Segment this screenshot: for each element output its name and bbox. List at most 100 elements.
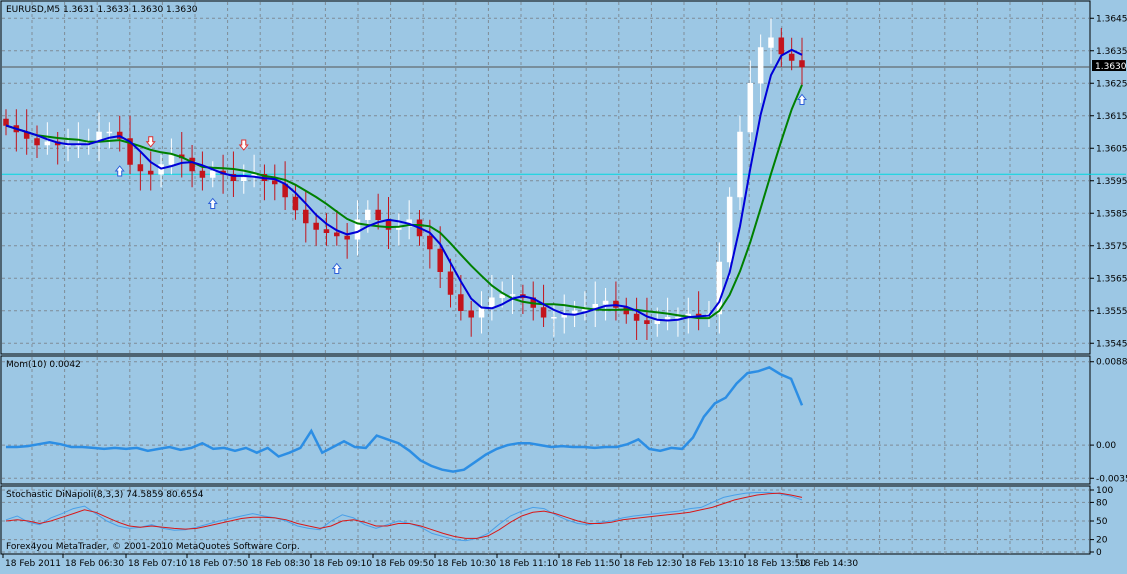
- candle: [468, 301, 474, 337]
- price-tick-label: 1.3575: [1096, 242, 1127, 252]
- time-tick-label: 18 Feb 13:50: [747, 559, 806, 569]
- time-tick-label: 18 Feb 07:50: [189, 559, 248, 569]
- momentum-tick-label: -0.0035: [1096, 474, 1127, 484]
- momentum-tick-label: 0.00: [1096, 441, 1116, 451]
- candle: [334, 210, 340, 246]
- price-tick-label: 1.3635: [1096, 47, 1127, 57]
- candle: [716, 242, 723, 334]
- time-tick-label: 18 Feb 14:30: [799, 559, 858, 569]
- momentum-line-path: [6, 366, 804, 473]
- candle: [396, 213, 402, 246]
- candle: [178, 132, 185, 178]
- candle: [778, 28, 785, 67]
- moving-averages: [5, 48, 803, 322]
- ma-slow-line: [5, 84, 803, 320]
- candle: [633, 297, 640, 340]
- candle: [292, 184, 299, 220]
- candle: [509, 275, 516, 314]
- candle: [530, 281, 536, 321]
- stochastic-title: Stochastic DiNapoli(8,3,3) 74.5859 80.65…: [6, 490, 204, 500]
- price-tick-label: 1.3605: [1096, 144, 1127, 154]
- price-tick-label: 1.3645: [1096, 14, 1127, 24]
- candle: [137, 151, 144, 191]
- time-tick-label: 18 Feb 2011: [5, 559, 61, 569]
- candle: [251, 154, 257, 188]
- candle: [375, 193, 381, 230]
- momentum-tick-label: 0.0088: [1096, 358, 1127, 368]
- stochastic-tick-label: 0: [1096, 548, 1102, 558]
- candle: [602, 288, 609, 321]
- candle: [768, 18, 774, 64]
- candle: [747, 60, 754, 142]
- stochastic-tick-label: 50: [1096, 517, 1108, 527]
- momentum-panel[interactable]: [0, 355, 1091, 485]
- time-tick-label: 18 Feb 06:30: [65, 559, 124, 569]
- momentum-title: Mom(10) 0.0042: [6, 360, 81, 370]
- trading-chart-window[interactable]: 1.3645 1.3635 1.3625 1.3615 1.3605 1.3595 1.35…: [0, 0, 1127, 570]
- candle: [675, 307, 681, 337]
- candle: [261, 164, 268, 201]
- sell-arrow-icon: [145, 136, 156, 148]
- time-tick-label: 18 Feb 09:50: [375, 559, 434, 569]
- time-tick-label: 18 Feb 08:30: [251, 559, 310, 569]
- price-tick-label: 1.3555: [1096, 307, 1127, 317]
- buy-arrow-icon: [207, 197, 218, 209]
- candle: [757, 34, 764, 103]
- time-tick-label: 18 Feb 12:30: [623, 559, 682, 569]
- candle: [147, 151, 154, 191]
- candle: [644, 297, 650, 340]
- price-axis[interactable]: 1.3645 1.3635 1.3625 1.3615 1.3605 1.3595 1.35…: [1090, 14, 1127, 558]
- candle: [489, 275, 495, 321]
- candle: [406, 200, 412, 240]
- time-tick-label: 18 Feb 11:10: [499, 559, 558, 569]
- price-tick-label: 1.3565: [1096, 274, 1127, 284]
- momentum-line: [6, 366, 804, 473]
- candle: [272, 164, 278, 201]
- candle: [737, 115, 743, 210]
- price-tick-label: 1.3625: [1096, 79, 1127, 89]
- candle: [344, 223, 350, 259]
- grid-lines: [2, 2, 1089, 554]
- candle: [34, 125, 40, 158]
- candle: [313, 213, 319, 246]
- candle: [385, 197, 392, 249]
- copyright-text: Forex4you MetaTrader, © 2001-2010 MetaQu…: [6, 542, 300, 552]
- time-tick-label: 18 Feb 13:10: [685, 559, 744, 569]
- signal-arrows: [114, 93, 808, 274]
- candle: [116, 115, 123, 152]
- candle: [210, 161, 216, 188]
- candle: [303, 190, 309, 243]
- price-tick-label: 1.3595: [1096, 177, 1127, 187]
- sell-arrow-icon: [238, 139, 249, 151]
- candle: [3, 109, 9, 136]
- stochastic-tick-label: 80: [1096, 498, 1108, 508]
- time-tick-label: 18 Feb 10:30: [437, 559, 496, 569]
- candle: [323, 213, 330, 246]
- buy-arrow-icon: [796, 93, 808, 105]
- chart-canvas[interactable]: 1.3645 1.3635 1.3625 1.3615 1.3605 1.3595 1.35…: [0, 0, 1127, 570]
- candle: [127, 115, 133, 175]
- candle: [230, 151, 237, 197]
- time-tick-label: 18 Feb 09:10: [313, 559, 372, 569]
- price-tick-label: 1.3545: [1096, 339, 1127, 349]
- buy-arrow-icon: [331, 262, 342, 274]
- candle: [478, 291, 485, 334]
- candle: [613, 281, 619, 321]
- time-tick-label: 18 Feb 11:50: [561, 559, 620, 569]
- main-price-panel[interactable]: [0, 0, 1091, 355]
- stochastic-tick-label: 100: [1096, 486, 1113, 496]
- candle: [799, 37, 805, 87]
- current-price-label: 1.3630: [1095, 62, 1127, 72]
- time-tick-label: 18 Feb 07:10: [128, 559, 187, 569]
- price-tick-label: 1.3615: [1096, 112, 1127, 122]
- time-axis[interactable]: 18 Feb 2011 18 Feb 06:30 18 Feb 07:10 18 Fe…: [2, 554, 858, 569]
- candle: [106, 122, 113, 149]
- price-tick-label: 1.3585: [1096, 209, 1127, 219]
- candle: [354, 200, 361, 256]
- candle: [199, 151, 206, 191]
- candle: [788, 37, 795, 71]
- ma-fast-line: [5, 48, 803, 322]
- candle: [592, 281, 598, 327]
- candle: [623, 297, 630, 324]
- main-panel-title: EURUSD,M5 1.3631 1.3633 1.3630 1.3630: [6, 5, 198, 15]
